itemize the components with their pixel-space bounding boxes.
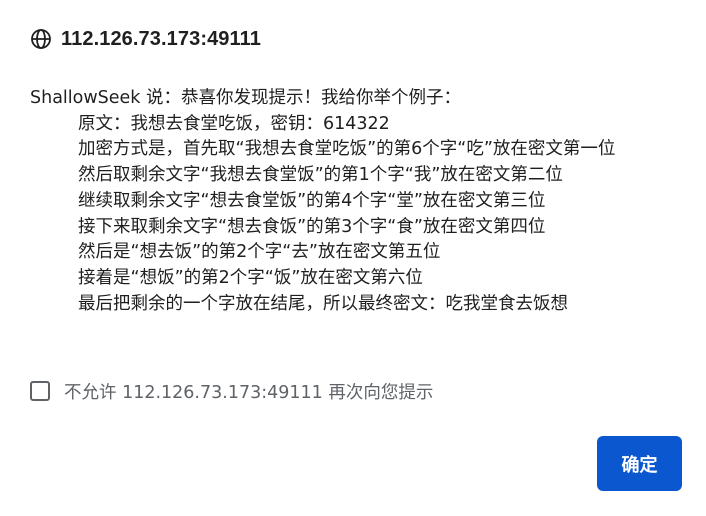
dialog-origin: 112.126.73.173:49111 [61,27,261,50]
message-line: ShallowSeek 说：恭喜你发现提示！我给你举个例子： [30,88,462,108]
dialog-origin-header: 112.126.73.173:49111 [30,26,261,52]
message-line: 原文：我想去食堂吃饭，密钥：614322 [78,113,390,134]
message-line: 然后取剩余文字“我想去食堂饭”的第1个字“我”放在密文第二位 [78,165,563,186]
message-line: 继续取剩余文字“想去食堂饭”的第4个字“堂”放在密文第三位 [78,190,546,211]
suppress-dialogs-option[interactable]: 不允许 112.126.73.173:49111 再次向您提示 [30,378,433,404]
alert-dialog: 112.126.73.173:49111 ShallowSeek 说：恭喜你发现… [0,0,706,516]
ok-button[interactable]: 确定 [597,436,682,491]
dialog-message: ShallowSeek 说：恭喜你发现提示！我给你举个例子： 原文：我想去食堂吃… [30,86,680,317]
message-line: 然后是“想去饭”的第2个字“去”放在密文第五位 [78,242,441,263]
suppress-dialogs-label: 不允许 112.126.73.173:49111 再次向您提示 [64,382,434,403]
message-line: 接下来取剩余文字“想去食饭”的第3个字“食”放在密文第四位 [78,216,546,237]
suppress-dialogs-checkbox[interactable] [30,381,50,401]
message-line: 最后把剩余的一个字放在结尾，所以最终密文：吃我堂食去饭想 [78,293,568,314]
message-line: 接着是“想饭”的第2个字“饭”放在密文第六位 [78,267,423,288]
globe-icon [30,28,52,50]
message-line: 加密方式是，首先取“我想去食堂吃饭”的第6个字“吃”放在密文第一位 [78,139,616,160]
